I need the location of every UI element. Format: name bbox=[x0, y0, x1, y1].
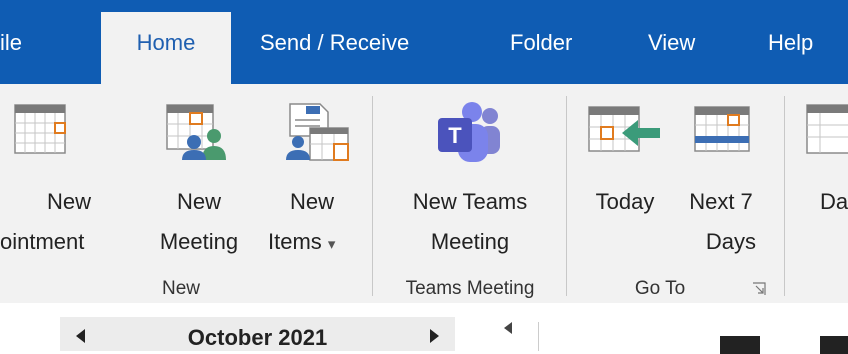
new-appointment-label-1: New bbox=[46, 189, 91, 214]
dialog-launcher-icon[interactable] bbox=[752, 282, 766, 296]
group-label-go-to: Go To bbox=[634, 278, 686, 299]
group-separator bbox=[784, 96, 785, 296]
new-items-label-1: New bbox=[289, 189, 334, 214]
group-separator bbox=[372, 96, 373, 296]
group-label-teams-meeting: Teams Meeting bbox=[405, 278, 535, 299]
teams-icon: T bbox=[438, 102, 500, 162]
tab-folder[interactable]: Folder bbox=[510, 30, 572, 56]
day-view-icon bbox=[806, 104, 848, 154]
calendar-icon bbox=[14, 104, 66, 154]
new-teams-meeting-label-2: Meeting bbox=[430, 229, 510, 254]
next-7-days-label-2: Days bbox=[705, 229, 756, 254]
new-meeting-label-2: Meeting bbox=[159, 229, 239, 254]
next-7-days-button[interactable]: Next 7 Days bbox=[672, 84, 770, 274]
next-month-arrow-icon[interactable] bbox=[430, 329, 439, 343]
collapse-pane-chevron-icon[interactable] bbox=[504, 322, 512, 334]
date-heading-fragment bbox=[820, 336, 848, 354]
today-button[interactable]: Today bbox=[580, 84, 670, 274]
new-appointment-button[interactable]: New ointment bbox=[0, 84, 138, 274]
tab-send-receive[interactable]: Send / Receive bbox=[260, 30, 409, 56]
calendar-month-title: October 2021 bbox=[187, 325, 328, 350]
date-heading-fragment bbox=[720, 336, 760, 354]
dropdown-arrow-icon: ▾ bbox=[327, 236, 336, 253]
new-items-icon bbox=[286, 103, 349, 161]
new-items-label-2: Items ▾ bbox=[268, 224, 362, 263]
new-teams-meeting-label-1: New Teams bbox=[412, 189, 528, 214]
new-meeting-button[interactable]: New Meeting bbox=[140, 84, 258, 274]
ribbon-tab-bar: ile Home Send / Receive Folder View Help bbox=[0, 0, 848, 84]
next-7-days-label-1: Next 7 bbox=[689, 189, 753, 214]
new-items-text: Items bbox=[268, 229, 322, 254]
mini-calendar-header: October 2021 bbox=[60, 317, 455, 351]
new-meeting-icon bbox=[166, 104, 226, 160]
today-icon bbox=[588, 106, 660, 152]
new-meeting-label-1: New bbox=[176, 189, 221, 214]
tab-file[interactable]: ile bbox=[0, 30, 22, 56]
today-label: Today bbox=[595, 189, 655, 214]
new-items-button[interactable]: New Items ▾ bbox=[262, 84, 362, 274]
group-label-new: New bbox=[161, 278, 200, 299]
svg-text:T: T bbox=[448, 123, 462, 148]
day-view-label: Da bbox=[820, 189, 848, 214]
new-appointment-label-2: ointment bbox=[0, 229, 85, 254]
day-view-button[interactable]: Da bbox=[800, 84, 848, 274]
tab-view[interactable]: View bbox=[648, 30, 695, 56]
group-separator bbox=[566, 96, 567, 296]
tab-home[interactable]: Home bbox=[101, 12, 231, 84]
pane-divider bbox=[538, 322, 539, 351]
ribbon-home: New ointment New Meeting New Items ▾ New… bbox=[0, 84, 848, 304]
tab-help[interactable]: Help bbox=[768, 30, 813, 56]
new-teams-meeting-button[interactable]: T New Teams Meeting bbox=[380, 84, 560, 274]
next-7-days-icon bbox=[694, 106, 750, 152]
